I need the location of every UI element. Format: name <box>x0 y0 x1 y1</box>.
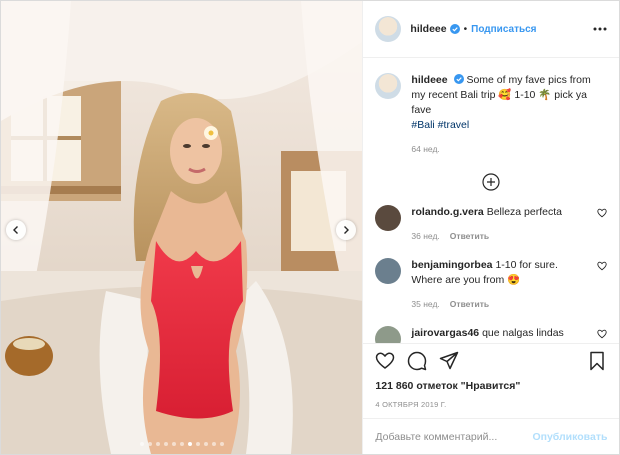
comment-items: rolando.g.vera Belleza perfecta 36 нед. От… <box>375 205 608 343</box>
comment-item: rolando.g.vera Belleza perfecta 36 нед. От… <box>375 205 608 244</box>
caption-avatar[interactable] <box>375 73 402 99</box>
comment-time: 36 нед. <box>411 231 440 241</box>
verified-badge-icon <box>449 24 460 34</box>
follow-button[interactable]: Подписаться <box>471 24 536 35</box>
carousel-dot <box>220 442 224 446</box>
carousel-dot <box>180 442 184 446</box>
like-comment-icon[interactable] <box>597 329 608 339</box>
reply-button[interactable]: Ответить <box>450 231 489 241</box>
add-comment-form: Опубликовать <box>363 418 620 454</box>
instagram-post-dialog: hildeee • Подписаться hildeee Some of my… <box>0 0 620 455</box>
bookmark-icon[interactable] <box>587 351 607 371</box>
publish-button[interactable]: Опубликовать <box>532 431 607 443</box>
post-date: 4 ОКТЯБРЯ 2019 Г. <box>375 400 447 409</box>
plus-circle-icon <box>482 173 501 191</box>
post-photo[interactable] <box>1 1 363 454</box>
comment-avatar[interactable] <box>375 326 402 343</box>
likes-summary[interactable]: 121 860 отметок "Нравится" <box>375 380 607 392</box>
action-icons <box>375 344 607 378</box>
likes-word: отметок <box>416 380 458 392</box>
likes-count: 121 860 <box>375 380 414 392</box>
share-icon[interactable] <box>439 351 459 371</box>
carousel-dot <box>156 442 160 446</box>
comment-text: Belleza perfecta <box>486 206 562 218</box>
post-header: hildeee • Подписаться <box>363 1 619 58</box>
author-username[interactable]: hildeee <box>410 23 446 35</box>
comment-item: jairovargas46 que nalgas lindas <box>375 326 608 343</box>
comment-avatar[interactable] <box>375 205 402 231</box>
caption-hashtags[interactable]: #Bali #travel <box>411 118 607 133</box>
verified-badge-icon <box>453 74 464 84</box>
caption-username[interactable]: hildeee <box>411 74 447 86</box>
chevron-left-icon <box>13 226 18 234</box>
carousel-dot <box>164 442 168 446</box>
carousel-dot <box>204 442 208 446</box>
previous-photo-button[interactable] <box>6 220 26 240</box>
carousel-dot <box>172 442 176 446</box>
comment-text: que nalgas lindas <box>482 327 564 339</box>
carousel-dot <box>140 442 144 446</box>
carousel-dot <box>212 442 216 446</box>
next-photo-button[interactable] <box>336 220 356 240</box>
comment-avatar[interactable] <box>375 258 402 284</box>
comment-username[interactable]: rolando.g.vera <box>411 206 483 218</box>
chevron-right-icon <box>344 226 349 234</box>
carousel-dot <box>196 442 200 446</box>
comment-item: benjamingorbea 1-10 for sure. Where are … <box>375 258 608 312</box>
like-comment-icon[interactable] <box>597 208 608 218</box>
more-options-icon[interactable] <box>593 27 607 31</box>
comment-input[interactable] <box>375 430 533 443</box>
comment-icon[interactable] <box>407 351 427 371</box>
photo-image <box>1 1 363 454</box>
caption: hildeee Some of my fave pics from my rec… <box>375 73 607 157</box>
reply-button[interactable]: Ответить <box>450 299 489 309</box>
post-side-panel: hildeee • Подписаться hildeee Some of my… <box>362 1 620 454</box>
likes-link[interactable]: "Нравится" <box>461 380 521 392</box>
comment-time: 35 нед. <box>411 299 440 309</box>
carousel-dot <box>148 442 152 446</box>
comment-username[interactable]: benjamingorbea <box>411 259 492 271</box>
carousel-indicator <box>1 442 362 446</box>
like-comment-icon[interactable] <box>597 261 608 271</box>
author-avatar[interactable] <box>375 16 402 42</box>
comments-list[interactable]: hildeee Some of my fave pics from my rec… <box>363 59 619 343</box>
comment-username[interactable]: jairovargas46 <box>411 327 479 339</box>
caption-time: 64 нед. <box>411 144 440 154</box>
load-more-comments[interactable] <box>375 173 607 191</box>
carousel-dot <box>188 442 192 446</box>
heart-icon[interactable] <box>375 351 395 371</box>
header-separator: • <box>463 23 468 35</box>
